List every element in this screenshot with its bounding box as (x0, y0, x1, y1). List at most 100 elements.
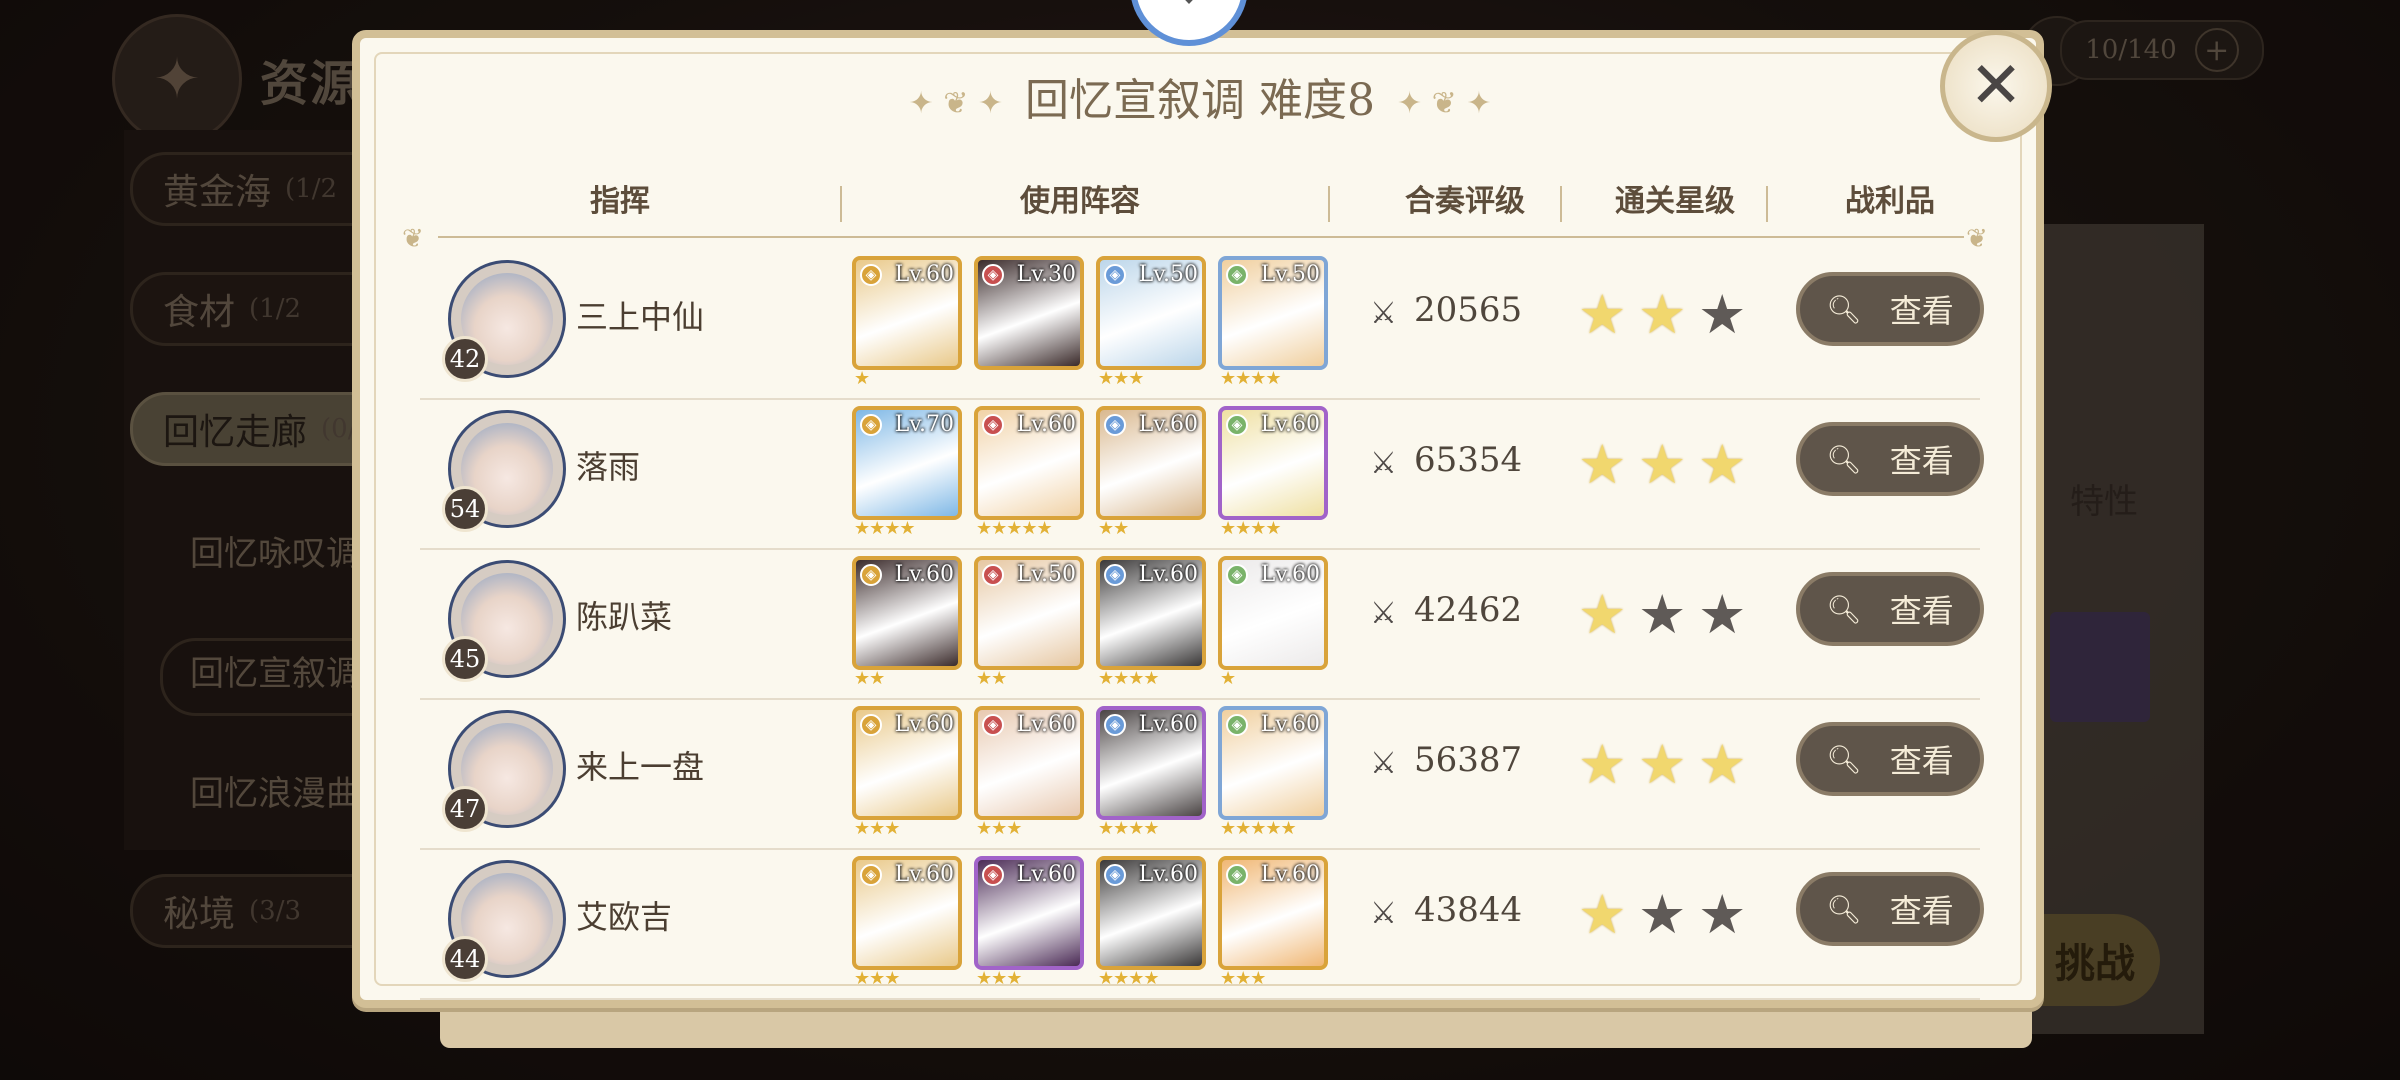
team-hero-card[interactable]: ◈ Lv.50 (974, 556, 1084, 670)
view-loot-button[interactable]: 🔍︎ 查看 (1796, 572, 1984, 646)
hero-level: Lv.60 (1138, 862, 1198, 887)
header-commander: 指挥 (590, 184, 650, 219)
hero-class-icon: ◈ (982, 414, 1004, 436)
header-divider (1766, 186, 1768, 222)
player-level-badge: 47 (442, 786, 488, 832)
player-name: 艾欧吉 (576, 898, 673, 936)
crossed-swords-icon: ⚔ (1370, 596, 1397, 631)
star-filled-icon: ★ (1578, 433, 1627, 496)
team-hero-card[interactable]: ◈ Lv.60 (974, 406, 1084, 520)
team-hero-card[interactable]: ◈ Lv.60 (1096, 706, 1206, 820)
view-loot-button[interactable]: 🔍︎ 查看 (1796, 722, 1984, 796)
crossed-swords-icon: ⚔ (1370, 296, 1397, 331)
player-name: 三上中仙 (576, 298, 705, 336)
search-icon: 🔍︎ (1826, 442, 1862, 476)
hero-class-icon: ◈ (1226, 414, 1248, 436)
hero-class-icon: ◈ (982, 564, 1004, 586)
header-divider (840, 186, 842, 222)
hero-star-rating: ★★★★ (1220, 368, 1282, 389)
team-hero-card[interactable]: ◈ Lv.60 (1096, 556, 1206, 670)
hero-level: Lv.60 (894, 862, 954, 887)
team-hero-card[interactable]: ◈ Lv.70 (852, 406, 962, 520)
hero-class-icon: ◈ (1226, 714, 1248, 736)
hero-class-icon: ◈ (1226, 564, 1248, 586)
hero-star-rating: ★★★ (854, 968, 900, 989)
hero-star-rating: ★★ (976, 668, 1007, 689)
hero-class-icon: ◈ (1226, 864, 1248, 886)
hero-class-icon: ◈ (1104, 264, 1126, 286)
star-empty-icon: ★ (1638, 583, 1687, 646)
hero-level: Lv.60 (1138, 412, 1198, 437)
player-level-badge: 45 (442, 636, 488, 682)
title-ornament-left-icon: ✦ ❦ ✦ (908, 86, 1003, 121)
star-empty-icon: ★ (1638, 883, 1687, 946)
team-hero-card[interactable]: ◈ Lv.60 (974, 706, 1084, 820)
search-icon: 🔍︎ (1826, 592, 1862, 626)
hero-class-icon: ◈ (860, 414, 882, 436)
hero-class-icon: ◈ (860, 564, 882, 586)
hero-class-icon: ◈ (982, 864, 1004, 886)
view-button-label: 查看 (1889, 742, 1954, 780)
hero-class-icon: ◈ (982, 264, 1004, 286)
star-filled-icon: ★ (1698, 433, 1747, 496)
hero-level: Lv.60 (1138, 712, 1198, 737)
hero-level: Lv.60 (1016, 412, 1076, 437)
search-icon: 🔍︎ (1826, 892, 1862, 926)
view-loot-button[interactable]: 🔍︎ 查看 (1796, 422, 1984, 496)
table-row: 45 陈趴菜 ◈ Lv.60 ★★ ◈ Lv.50 ★★ ◈ Lv.60 ★★★★ ◈ Lv.60 ★ ⚔ 4… (420, 550, 1984, 700)
hero-star-rating: ★★★ (976, 818, 1022, 839)
ensemble-score: 56387 (1414, 740, 1523, 780)
player-level-badge: 42 (442, 336, 488, 382)
hero-class-icon: ◈ (860, 864, 882, 886)
hero-star-rating: ★★★★ (1098, 968, 1160, 989)
table-row: 47 来上一盘 ◈ Lv.60 ★★★ ◈ Lv.60 ★★★ ◈ Lv.60 ★★★★ ◈ Lv.60… (420, 700, 1984, 850)
view-button-label: 查看 (1889, 292, 1954, 330)
team-hero-card[interactable]: ◈ Lv.60 (1096, 856, 1206, 970)
hero-class-icon: ◈ (1104, 564, 1126, 586)
hero-level: Lv.60 (1260, 412, 1320, 437)
hero-level: Lv.60 (1138, 562, 1198, 587)
row-divider (420, 998, 1980, 1000)
team-hero-card[interactable]: ◈ Lv.60 (852, 556, 962, 670)
star-filled-icon: ★ (1638, 283, 1687, 346)
team-hero-card[interactable]: ◈ Lv.30 (974, 256, 1084, 370)
hero-level: Lv.60 (1260, 562, 1320, 587)
team-hero-card[interactable]: ◈ Lv.60 (1218, 706, 1328, 820)
team-hero-card[interactable]: ◈ Lv.50 (1218, 256, 1328, 370)
team-hero-card[interactable]: ◈ Lv.60 (852, 706, 962, 820)
team-hero-card[interactable]: ◈ Lv.60 (1096, 406, 1206, 520)
team-hero-card[interactable]: ◈ Lv.60 (852, 856, 962, 970)
ensemble-score: 43844 (1414, 890, 1523, 930)
player-name: 陈趴菜 (576, 598, 673, 636)
hero-class-icon: ◈ (1226, 264, 1248, 286)
team-hero-card[interactable]: ◈ Lv.60 (1218, 406, 1328, 520)
team-hero-card[interactable]: ◈ Lv.60 (852, 256, 962, 370)
hero-level: Lv.50 (1260, 262, 1320, 287)
player-level-badge: 54 (442, 486, 488, 532)
hero-star-rating: ★★★ (1220, 968, 1266, 989)
view-button-label: 查看 (1889, 592, 1954, 630)
view-loot-button[interactable]: 🔍︎ 查看 (1796, 272, 1984, 346)
team-hero-card[interactable]: ◈ Lv.50 (1096, 256, 1206, 370)
hero-level: Lv.60 (1016, 862, 1076, 887)
header-score: 合奏评级 (1405, 184, 1525, 219)
view-loot-button[interactable]: 🔍︎ 查看 (1796, 872, 1984, 946)
player-name: 来上一盘 (576, 748, 705, 786)
hero-level: Lv.30 (1016, 262, 1076, 287)
search-icon: 🔍︎ (1826, 292, 1862, 326)
team-hero-card[interactable]: ◈ Lv.60 (974, 856, 1084, 970)
hero-star-rating: ★★★★ (854, 518, 916, 539)
table-row: 44 艾欧吉 ◈ Lv.60 ★★★ ◈ Lv.60 ★★★ ◈ Lv.60 ★★★★ ◈ Lv.60 ★… (420, 850, 1984, 1000)
header-underline (438, 236, 1964, 238)
table-row: 42 三上中仙 ◈ Lv.60 ★ ◈ Lv.30 ◈ Lv.50 ★★★ ◈ Lv.50 ★★★★ ⚔ 2… (420, 250, 1984, 400)
star-filled-icon: ★ (1638, 433, 1687, 496)
ensemble-score: 20565 (1414, 290, 1523, 330)
table-header: 指挥 使用阵容 合奏评级 通关星级 战利品 (420, 176, 1980, 232)
star-filled-icon: ★ (1578, 583, 1627, 646)
header-loot: 战利品 (1845, 184, 1935, 219)
team-hero-card[interactable]: ◈ Lv.60 (1218, 556, 1328, 670)
team-hero-card[interactable]: ◈ Lv.60 (1218, 856, 1328, 970)
view-button-label: 查看 (1889, 892, 1954, 930)
hero-star-rating: ★ (854, 368, 870, 389)
hero-star-rating: ★★★★★ (1220, 818, 1297, 839)
